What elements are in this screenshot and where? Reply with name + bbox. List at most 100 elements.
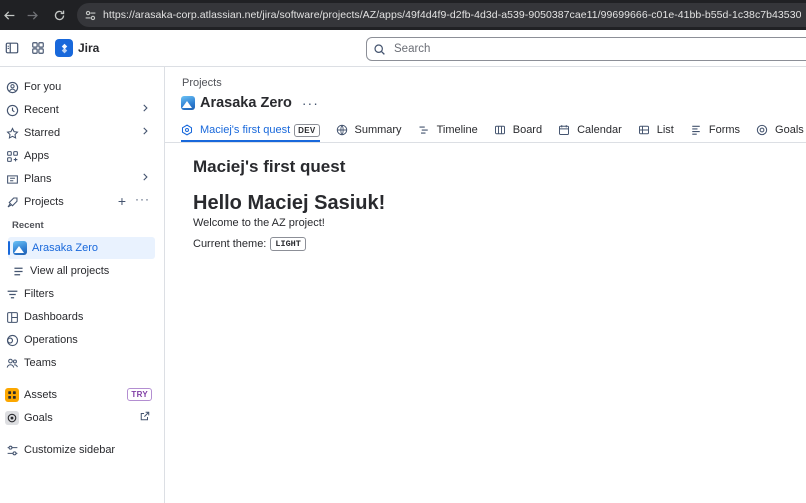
tabs-divider <box>165 142 806 143</box>
dev-badge: DEV <box>294 123 320 137</box>
forward-button[interactable] <box>18 0 46 30</box>
sidebar-item-customize[interactable]: Customize sidebar <box>4 439 156 461</box>
tab-forms[interactable]: Forms <box>690 119 740 141</box>
project-header: Arasaka Zero ··· <box>181 95 319 111</box>
external-link-icon[interactable] <box>140 411 150 421</box>
sidebar-item-filters[interactable]: Filters <box>4 283 156 305</box>
sidebar-item-plans[interactable]: Plans <box>4 168 156 190</box>
assets-icon <box>5 388 19 402</box>
main-content: Projects Arasaka Zero ··· Maciej's first… <box>165 67 806 503</box>
tab-label: Timeline <box>436 124 478 136</box>
sidebar: For you Recent Starred Apps Plans Projec… <box>0 67 165 503</box>
sidebar-item-label: Assets <box>24 389 58 401</box>
project-avatar <box>181 96 195 110</box>
project-avatar <box>13 241 27 255</box>
tab-label: Board <box>512 124 543 136</box>
theme-label: Current theme: <box>193 238 267 250</box>
plans-icon <box>5 172 19 186</box>
recent-section-label: Recent <box>12 220 44 231</box>
reload-icon <box>54 10 64 20</box>
app-icon <box>181 124 193 136</box>
sidebar-item-arasaka-zero[interactable]: Arasaka Zero <box>8 237 155 259</box>
tab-label: Calendar <box>577 124 622 136</box>
sidebar-item-label: Customize sidebar <box>24 444 116 456</box>
arrow-left-icon <box>3 10 14 20</box>
sidebar-item-label: Apps <box>24 150 50 162</box>
customize-icon <box>5 443 19 457</box>
tab-label: List <box>656 124 674 136</box>
star-icon <box>5 126 19 140</box>
more-icon[interactable]: ··· <box>135 192 150 206</box>
top-navigation: Jira Search <box>0 30 806 67</box>
tab-goals[interactable]: Goals <box>756 119 804 141</box>
welcome-text: Welcome to the AZ project! <box>193 217 325 229</box>
sidebar-item-goals[interactable]: Goals <box>4 407 156 429</box>
sidebar-item-label: Starred <box>24 127 61 139</box>
url-text[interactable]: https://arasaka-corp.atlassian.net/jira/… <box>103 9 801 21</box>
page-title: Arasaka Zero <box>200 95 292 111</box>
chevron-right-icon[interactable] <box>140 103 150 113</box>
sidebar-item-apps[interactable]: Apps <box>4 145 156 167</box>
tab-label: Goals <box>775 124 804 136</box>
reload-button[interactable] <box>46 0 72 30</box>
goal-icon <box>5 411 19 425</box>
jira-logo-icon <box>55 39 73 57</box>
project-tabs: Maciej's first quest DEV Summary Timelin… <box>181 119 806 142</box>
timeline-icon <box>418 124 430 136</box>
greeting-heading: Hello Maciej Sasiuk! <box>193 192 386 214</box>
sidebar-item-starred[interactable]: Starred <box>4 122 156 144</box>
sidebar-item-assets[interactable]: Assets TRY <box>4 384 156 406</box>
sidebar-item-label: Operations <box>24 334 78 346</box>
arrow-right-icon <box>27 10 38 20</box>
address-bar[interactable]: https://arasaka-corp.atlassian.net/jira/… <box>77 3 806 27</box>
chevron-right-icon[interactable] <box>140 126 150 136</box>
operations-icon <box>5 333 19 347</box>
teams-icon <box>5 356 19 370</box>
more-actions-button[interactable]: ··· <box>302 96 319 110</box>
chevron-right-icon[interactable] <box>140 172 150 182</box>
clock-icon <box>5 103 19 117</box>
tab-timeline[interactable]: Timeline <box>418 119 478 141</box>
tab-maciejs-first-quest[interactable]: Maciej's first quest DEV <box>181 119 320 142</box>
sidebar-item-recent[interactable]: Recent <box>4 99 156 121</box>
plus-icon[interactable]: + <box>118 193 126 209</box>
sidebar-item-dashboards[interactable]: Dashboards <box>4 306 156 328</box>
product-name: Jira <box>78 41 100 55</box>
jira-logo[interactable]: Jira <box>55 39 99 57</box>
try-badge: TRY <box>127 388 152 401</box>
dashboard-icon <box>5 310 19 324</box>
sidebar-item-label: For you <box>24 81 62 93</box>
sidebar-item-teams[interactable]: Teams <box>4 352 156 374</box>
tab-summary[interactable]: Summary <box>336 119 402 141</box>
sidebar-item-projects[interactable]: Projects + ··· <box>4 191 156 213</box>
globe-icon <box>336 124 348 136</box>
search-input[interactable]: Search <box>366 37 806 61</box>
sidebar-item-view-all-projects[interactable]: View all projects <box>10 260 162 282</box>
sidebar-item-label: Plans <box>24 173 52 185</box>
selection-indicator <box>8 241 10 255</box>
calendar-icon <box>558 124 570 136</box>
tab-calendar[interactable]: Calendar <box>558 119 622 141</box>
sidebar-item-for-you[interactable]: For you <box>4 76 156 98</box>
tab-label: Forms <box>708 124 741 136</box>
tab-list[interactable]: List <box>638 119 674 141</box>
sidebar-item-label: Projects <box>24 196 64 208</box>
back-button[interactable] <box>0 0 18 30</box>
tab-label: Summary <box>354 124 402 136</box>
sidebar-toggle-icon[interactable] <box>1 37 23 59</box>
rocket-icon <box>5 195 19 209</box>
app-switcher-icon[interactable] <box>27 37 49 59</box>
filter-icon <box>5 287 19 301</box>
forms-icon <box>690 124 702 136</box>
board-icon <box>494 124 506 136</box>
sidebar-item-operations[interactable]: Operations <box>4 329 156 351</box>
content-heading: Maciej's first quest <box>193 157 346 176</box>
sidebar-item-label: Filters <box>24 288 54 300</box>
tab-label: Maciej's first quest <box>200 124 291 136</box>
user-circle-icon <box>5 80 19 94</box>
theme-value: LIGHT <box>270 237 306 251</box>
site-settings-icon[interactable] <box>77 3 103 27</box>
breadcrumb[interactable]: Projects <box>182 77 222 89</box>
tab-board[interactable]: Board <box>494 119 542 141</box>
sidebar-item-label: Recent <box>24 104 59 116</box>
